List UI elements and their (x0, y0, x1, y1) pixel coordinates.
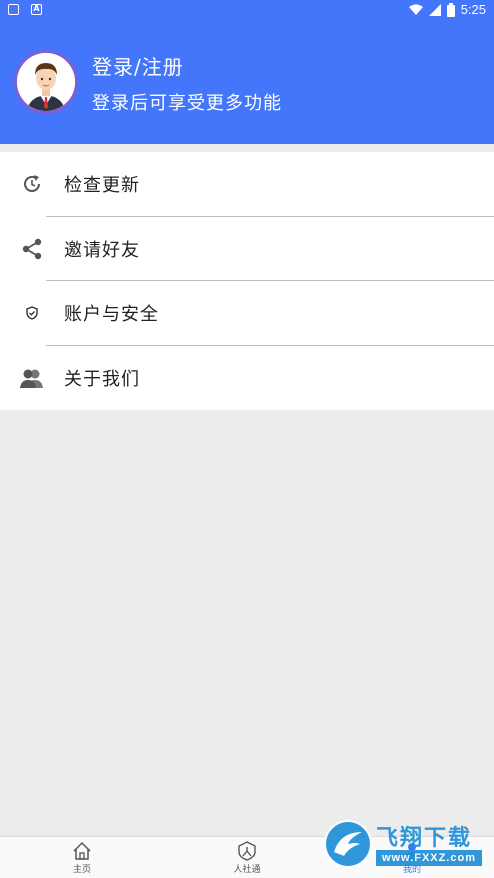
settings-menu: 检查更新 邀请好友 账户与安全 关于我们 (0, 152, 494, 410)
status-bar: A 5:25 (0, 0, 494, 22)
message-icon (8, 4, 19, 15)
login-subtitle: 登录后可享受更多功能 (92, 93, 282, 114)
menu-item-label: 账户与安全 (64, 304, 159, 326)
a-icon: A (31, 4, 42, 15)
tab-home[interactable]: 主页 (52, 839, 112, 877)
menu-item-check-update[interactable]: 检查更新 (0, 152, 494, 217)
battery-icon (446, 2, 455, 17)
signal-icon (428, 3, 441, 16)
profile-header[interactable]: 登录/注册 登录后可享受更多功能 (0, 22, 494, 144)
menu-item-label: 邀请好友 (64, 239, 140, 261)
tab-label: 主页 (72, 865, 91, 875)
person-shield-icon (238, 841, 256, 861)
status-bar-left: A (8, 4, 42, 15)
tab-label: 人社通 (233, 865, 261, 875)
watermark: 飞翔下载 www.FXXZ.com (324, 818, 484, 870)
shield-icon (19, 300, 45, 326)
watermark-text: 飞翔下载 (376, 826, 473, 851)
menu-item-invite-friends[interactable]: 邀请好友 (0, 217, 494, 281)
watermark-url: www.FXXZ.com (376, 850, 482, 866)
avatar[interactable] (14, 50, 78, 114)
users-icon (19, 365, 45, 391)
watermark-logo-icon (324, 820, 372, 868)
menu-item-label: 关于我们 (64, 368, 140, 390)
tab-renshetong[interactable]: 人社通 (217, 839, 277, 877)
wifi-icon (408, 4, 423, 15)
refresh-icon (19, 171, 45, 197)
menu-item-account-security[interactable]: 账户与安全 (0, 281, 494, 346)
home-icon (73, 841, 91, 860)
avatar-image (17, 53, 75, 111)
menu-item-label: 检查更新 (64, 175, 140, 197)
status-time: 5:25 (460, 2, 486, 17)
login-title[interactable]: 登录/注册 (92, 51, 184, 80)
share-icon (19, 236, 45, 262)
status-bar-right: 5:25 (408, 2, 486, 17)
menu-item-about-us[interactable]: 关于我们 (0, 346, 494, 411)
